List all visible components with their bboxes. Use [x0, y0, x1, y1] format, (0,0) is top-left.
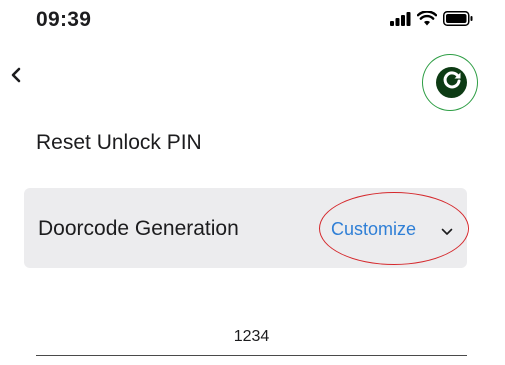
- dropdown-selected-value: Customize: [331, 219, 417, 239]
- status-icons: [390, 11, 473, 26]
- signal-icon: [390, 11, 411, 26]
- pin-underline: [36, 355, 467, 356]
- pin-input[interactable]: 1234: [36, 322, 467, 356]
- back-button[interactable]: [5, 66, 27, 88]
- page-title: Reset Unlock PIN: [36, 131, 202, 154]
- refresh-icon: [441, 69, 463, 96]
- refresh-circle: [436, 67, 467, 98]
- status-time: 09:39: [36, 8, 92, 31]
- doorcode-mode-dropdown[interactable]: Customize: [319, 192, 469, 265]
- chevron-left-icon: [10, 67, 22, 88]
- chevron-down-icon: [441, 223, 453, 241]
- doorcode-generation-row: Doorcode Generation Customize: [24, 188, 469, 268]
- pin-value: 1234: [233, 328, 270, 345]
- doorcode-generation-label: Doorcode Generation: [38, 217, 239, 240]
- battery-icon: [443, 11, 473, 26]
- app-screen: 09:39 Reset Unlock PIN Doorcode Generati…: [0, 0, 505, 365]
- refresh-button[interactable]: [422, 54, 478, 111]
- wifi-icon: [417, 11, 437, 26]
